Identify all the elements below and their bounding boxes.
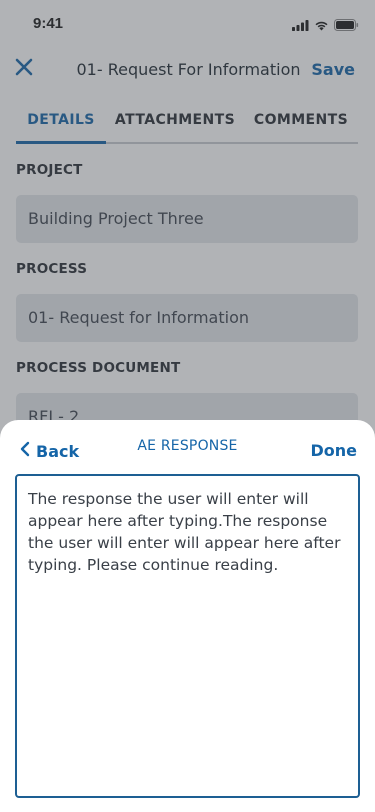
done-button[interactable]: Done: [310, 441, 357, 460]
response-sheet: Back AE RESPONSE Done The response the u…: [0, 420, 375, 812]
response-input[interactable]: The response the user will enter will ap…: [15, 474, 360, 798]
